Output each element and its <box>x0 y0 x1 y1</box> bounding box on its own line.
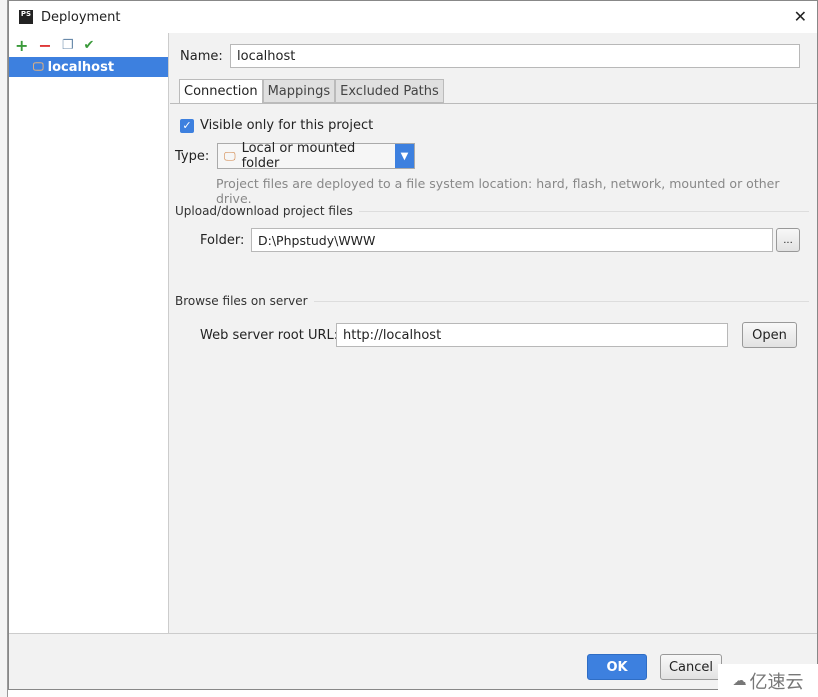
open-button[interactable]: Open <box>742 322 797 348</box>
type-hint: Project files are deployed to a file sys… <box>216 176 780 206</box>
tab-divider <box>170 103 817 104</box>
server-toolbar: + − ❐ ✔ <box>9 33 168 57</box>
server-item-localhost[interactable]: 🖵 localhost <box>9 57 168 77</box>
name-value: localhost <box>237 48 296 64</box>
ok-button[interactable]: OK <box>587 654 647 680</box>
type-dropdown[interactable]: 🖵 Local or mounted folder ▼ <box>217 141 415 171</box>
server-list-panel: + − ❐ ✔ 🖵 localhost <box>9 33 169 633</box>
dialog-footer: OK Cancel <box>9 633 817 689</box>
folder-icon: 🖵 <box>224 148 236 163</box>
close-icon[interactable]: ✕ <box>794 7 807 26</box>
folder-input[interactable]: D:\Phpstudy\WWW <box>251 228 773 252</box>
deployment-dialog: PS Deployment ✕ + − ❐ ✔ 🖵 localhost Name… <box>8 0 818 690</box>
watermark-text: 亿速云 <box>749 671 804 693</box>
browse-folder-button[interactable]: ... <box>776 228 800 252</box>
title-bar: PS Deployment <box>9 1 817 33</box>
type-label: Type: <box>175 149 210 164</box>
folder-value: D:\Phpstudy\WWW <box>258 232 376 248</box>
background-window <box>0 0 8 697</box>
web-root-input[interactable]: http://localhost <box>336 323 728 347</box>
browse-section-header: Browse files on server <box>175 294 809 308</box>
settings-panel: Name: localhost Connection Mappings Excl… <box>170 33 817 633</box>
visible-only-checkbox[interactable]: ✓ Visible only for this project <box>180 118 373 133</box>
cloud-icon: ☁ <box>732 672 747 689</box>
upload-section-header: Upload/download project files <box>175 204 809 218</box>
visible-only-label: Visible only for this project <box>200 118 374 133</box>
app-icon: PS <box>19 10 33 24</box>
copy-icon[interactable]: ❐ <box>62 38 74 53</box>
set-default-icon[interactable]: ✔ <box>83 38 94 53</box>
add-icon[interactable]: + <box>15 36 28 55</box>
checkbox-checked-icon: ✓ <box>180 118 194 133</box>
browse-section-title: Browse files on server <box>175 294 308 308</box>
name-label: Name: <box>180 49 223 64</box>
tab-connection[interactable]: Connection <box>179 79 263 103</box>
folder-label: Folder: <box>200 233 245 248</box>
tab-mappings[interactable]: Mappings <box>262 79 336 103</box>
remove-icon[interactable]: − <box>38 36 51 55</box>
type-value: Local or mounted folder <box>241 141 356 171</box>
web-root-label: Web server root URL: <box>200 328 339 343</box>
name-input[interactable]: localhost <box>230 44 800 68</box>
window-title: Deployment <box>41 9 121 25</box>
folder-icon: 🖵 <box>33 60 44 73</box>
cancel-button[interactable]: Cancel <box>660 654 722 680</box>
upload-section-title: Upload/download project files <box>175 204 353 218</box>
web-root-value: http://localhost <box>343 327 442 343</box>
chevron-down-icon: ▼ <box>395 144 414 168</box>
tab-excluded-paths[interactable]: Excluded Paths <box>335 79 444 103</box>
watermark-logo: ☁ 亿速云 <box>718 664 818 697</box>
server-label: localhost <box>47 59 115 75</box>
